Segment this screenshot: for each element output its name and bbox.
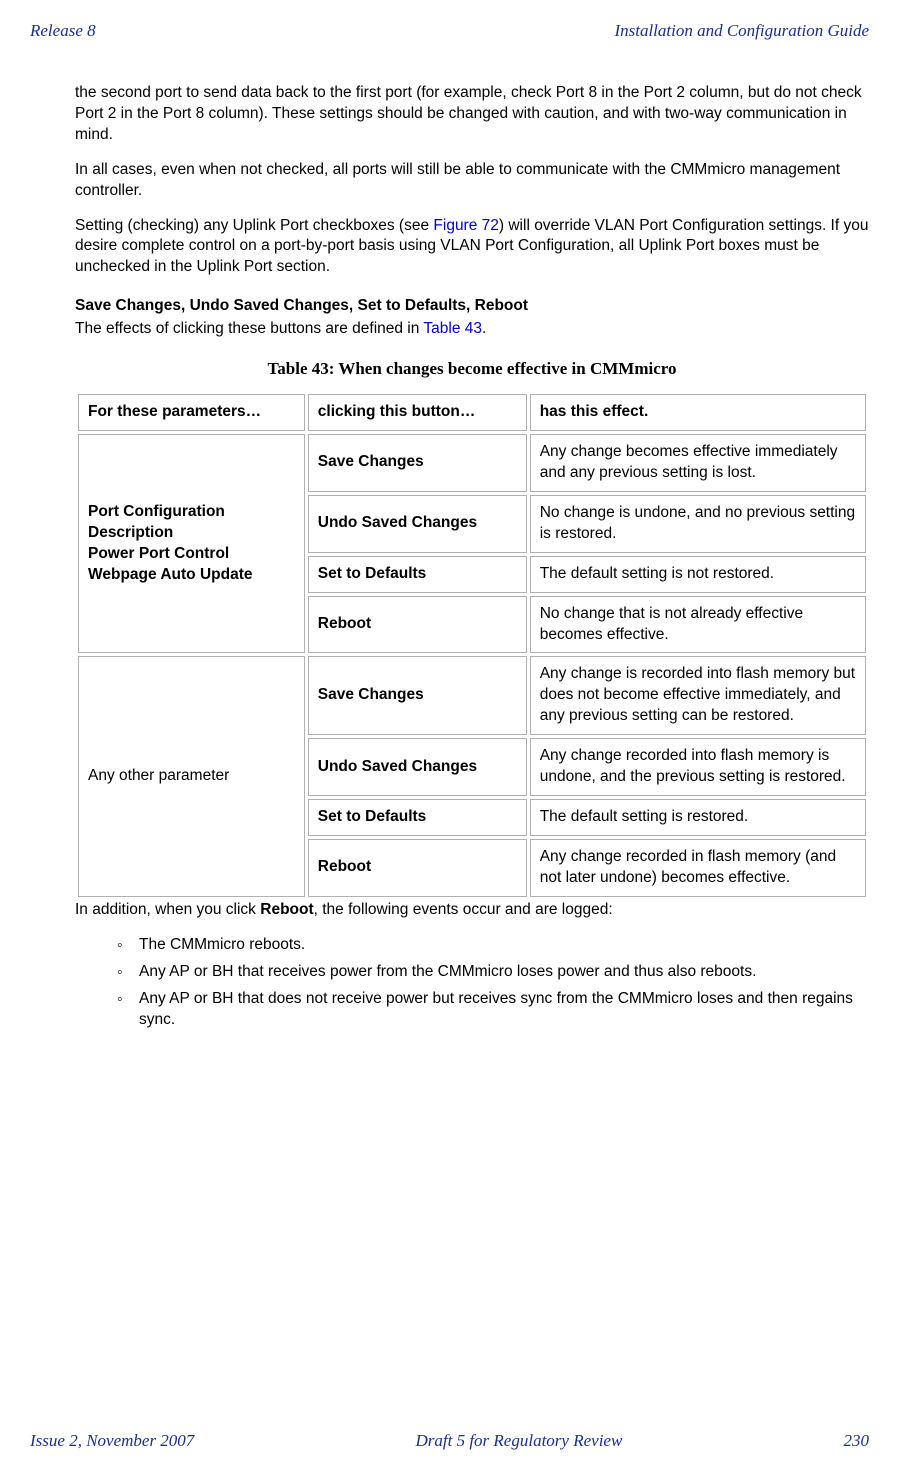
param-line: Description xyxy=(88,524,173,541)
para-2: In all cases, even when not checked, all… xyxy=(75,160,869,202)
effect-cell: The default setting is not restored. xyxy=(530,556,866,593)
effect-cell: Any change recorded in flash memory (and… xyxy=(530,839,866,897)
table-row: Port Configuration Description Power Por… xyxy=(78,434,866,492)
button-label: Save Changes xyxy=(318,686,424,703)
para-5-b: , the following events occur and are log… xyxy=(314,901,613,918)
list-item: Any AP or BH that does not receive power… xyxy=(117,989,869,1031)
table-head-params: For these parameters… xyxy=(78,394,305,431)
para-3-a: Setting (checking) any Uplink Port check… xyxy=(75,217,433,234)
header-title: Installation and Configuration Guide xyxy=(614,20,869,43)
table-row: Any other parameter Save Changes Any cha… xyxy=(78,656,866,735)
param-group-2: Any other parameter xyxy=(78,656,305,896)
table-43-link[interactable]: Table 43 xyxy=(423,320,482,337)
effect-cell: Any change is recorded into flash memory… xyxy=(530,656,866,735)
page-footer: Issue 2, November 2007 Draft 5 for Regul… xyxy=(30,1410,869,1453)
content-area: the second port to send data back to the… xyxy=(75,83,869,1410)
para-5-a: In addition, when you click xyxy=(75,901,260,918)
page: Release 8 Installation and Configuration… xyxy=(0,0,899,1473)
button-label: Undo Saved Changes xyxy=(318,758,477,775)
button-label: Reboot xyxy=(318,858,371,875)
para-5: In addition, when you click Reboot, the … xyxy=(75,900,869,921)
button-cell: Reboot xyxy=(308,839,527,897)
figure-72-link[interactable]: Figure 72 xyxy=(433,217,498,234)
section-heading-buttons: Save Changes, Undo Saved Changes, Set to… xyxy=(75,296,869,317)
effect-cell: No change that is not already effective … xyxy=(530,596,866,654)
button-label: Save Changes xyxy=(318,453,424,470)
button-label: Undo Saved Changes xyxy=(318,514,477,531)
param-line: Webpage Auto Update xyxy=(88,566,252,583)
button-label: Set to Defaults xyxy=(318,808,427,825)
effect-cell: Any change becomes effective immediately… xyxy=(530,434,866,492)
param-line: Port Configuration xyxy=(88,503,225,520)
list-item: Any AP or BH that receives power from th… xyxy=(117,962,869,983)
button-cell: Set to Defaults xyxy=(308,799,527,836)
button-label: Reboot xyxy=(318,615,371,632)
para-4-a: The effects of clicking these buttons ar… xyxy=(75,320,423,337)
button-label: Set to Defaults xyxy=(318,565,427,582)
param-line: Power Port Control xyxy=(88,545,229,562)
header-release: Release 8 xyxy=(30,20,96,43)
table-head-button: clicking this button… xyxy=(308,394,527,431)
button-cell: Save Changes xyxy=(308,434,527,492)
button-cell: Reboot xyxy=(308,596,527,654)
button-cell: Undo Saved Changes xyxy=(308,495,527,553)
list-item: The CMMmicro reboots. xyxy=(117,935,869,956)
effect-cell: No change is undone, and no previous set… xyxy=(530,495,866,553)
footer-issue: Issue 2, November 2007 xyxy=(30,1430,194,1453)
button-cell: Save Changes xyxy=(308,656,527,735)
reboot-bold: Reboot xyxy=(260,901,313,918)
table-row: For these parameters… clicking this butt… xyxy=(78,394,866,431)
effect-cell: Any change recorded into flash memory is… xyxy=(530,738,866,796)
page-header: Release 8 Installation and Configuration… xyxy=(30,20,869,43)
button-cell: Undo Saved Changes xyxy=(308,738,527,796)
footer-page: 230 xyxy=(844,1430,870,1453)
button-cell: Set to Defaults xyxy=(308,556,527,593)
para-3: Setting (checking) any Uplink Port check… xyxy=(75,216,869,279)
table-caption: Table 43: When changes become effective … xyxy=(75,358,869,381)
effects-table: For these parameters… clicking this butt… xyxy=(75,391,869,900)
effect-cell: The default setting is restored. xyxy=(530,799,866,836)
events-list: The CMMmicro reboots. Any AP or BH that … xyxy=(75,935,869,1031)
para-4: The effects of clicking these buttons ar… xyxy=(75,319,869,340)
footer-draft: Draft 5 for Regulatory Review xyxy=(416,1430,623,1453)
param-group-1: Port Configuration Description Power Por… xyxy=(78,434,305,653)
table-head-effect: has this effect. xyxy=(530,394,866,431)
para-1: the second port to send data back to the… xyxy=(75,83,869,146)
para-4-b: . xyxy=(482,320,486,337)
